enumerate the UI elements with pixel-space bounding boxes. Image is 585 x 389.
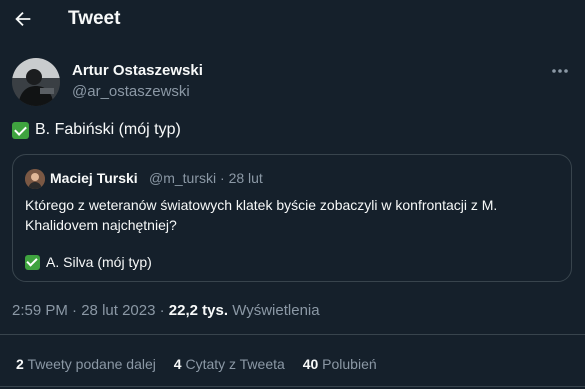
retweets-stat[interactable]: 2 Tweety podane dalej bbox=[16, 356, 156, 372]
retweets-count: 2 bbox=[16, 356, 24, 372]
quoted-tweet-text: Którego z weteranów światowych klatek by… bbox=[25, 197, 498, 233]
quoted-author-meta: @m_turski · 28 lut bbox=[149, 170, 263, 186]
quotes-label: Cytaty z Tweeta bbox=[185, 356, 285, 372]
tweet-text: B. Fabiński (mój typ) bbox=[12, 121, 181, 139]
tweet-date[interactable]: 28 lut 2023 bbox=[81, 302, 155, 319]
divider bbox=[0, 334, 585, 335]
quoted-author-avatar bbox=[25, 169, 45, 189]
author-handle[interactable]: @ar_ostaszewski bbox=[72, 83, 190, 100]
retweets-label: Tweety podane dalej bbox=[27, 356, 156, 372]
author-name[interactable]: Artur Ostaszewski bbox=[72, 62, 203, 79]
back-arrow-icon[interactable] bbox=[12, 8, 34, 30]
tweet-stats: 2 Tweety podane dalej 4 Cytaty z Tweeta … bbox=[16, 356, 391, 372]
tweet-text-content: B. Fabiński (mój typ) bbox=[35, 121, 181, 138]
quoted-author-name: Maciej Turski bbox=[50, 170, 138, 186]
quotes-count: 4 bbox=[173, 356, 182, 372]
likes-count: 40 bbox=[302, 356, 319, 372]
quoted-tweet[interactable]: Maciej Turski @m_turski · 28 lut Którego… bbox=[12, 154, 572, 282]
quoted-tweet-answer: A. Silva (mój typ) bbox=[25, 254, 152, 270]
quoted-date: 28 lut bbox=[228, 170, 263, 186]
tweet-author: Artur Ostaszewski @ar_ostaszewski bbox=[12, 58, 572, 108]
tweet-metadata: 2:59 PM · 28 lut 2023 · 22,2 tys. Wyświe… bbox=[12, 302, 320, 319]
more-options-icon[interactable] bbox=[548, 62, 572, 80]
views-label: Wyświetlenia bbox=[232, 302, 320, 319]
check-mark-icon bbox=[12, 121, 29, 139]
views-count: 22,2 tys. bbox=[168, 302, 229, 319]
likes-label: Polubień bbox=[322, 356, 377, 372]
quoted-answer-text: A. Silva (mój typ) bbox=[46, 254, 152, 270]
page-title: Tweet bbox=[68, 8, 121, 29]
quotes-stat[interactable]: 4 Cytaty z Tweeta bbox=[174, 356, 285, 372]
check-mark-icon bbox=[25, 254, 40, 270]
tweet-time[interactable]: 2:59 PM bbox=[12, 302, 68, 319]
divider bbox=[0, 386, 585, 387]
top-bar: Tweet bbox=[0, 0, 585, 40]
separator-dot: · bbox=[220, 170, 229, 186]
likes-stat[interactable]: 40 Polubień bbox=[303, 356, 377, 372]
author-avatar[interactable] bbox=[12, 58, 60, 106]
quoted-author-handle: @m_turski bbox=[149, 170, 217, 186]
